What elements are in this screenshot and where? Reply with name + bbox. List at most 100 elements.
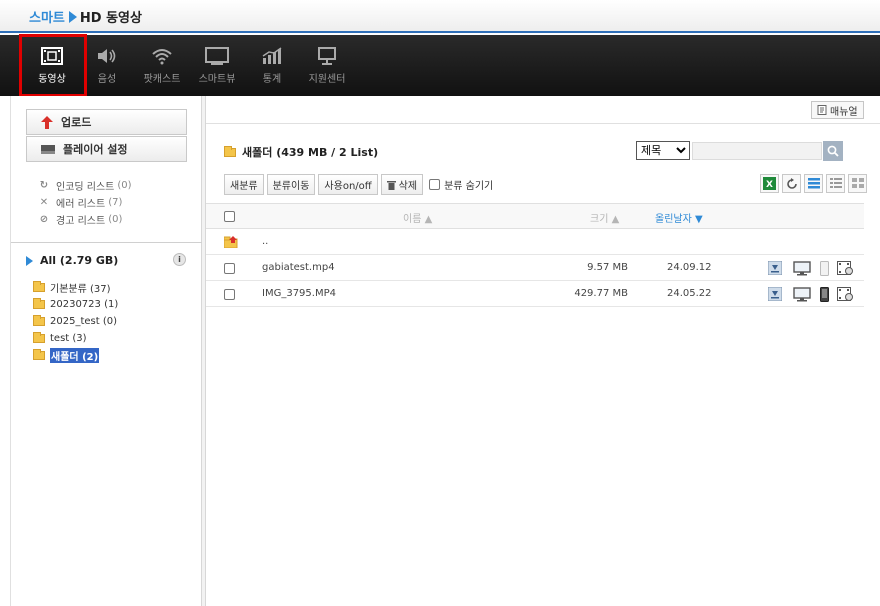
row-checkbox[interactable] (224, 263, 235, 274)
use-toggle-button[interactable]: 사용on/off (318, 174, 378, 195)
folder-tree: 기본분류 (37) 20230723 (1) 2025_test (0) tes… (33, 279, 118, 364)
film-settings-icon (836, 286, 853, 301)
main-nav: 동영상 음성 팟캐스트 스마트뷰 통계 지원센터 (0, 35, 880, 96)
status-label: 에러 리스트 (56, 199, 106, 210)
monitor-icon (205, 47, 229, 65)
manual-label: 매뉴얼 (830, 106, 858, 118)
folder-item-selected[interactable]: 새폴더 (2) (33, 347, 118, 364)
film-icon (41, 47, 63, 65)
nav-item-podcast[interactable]: 팟캐스트 (132, 35, 192, 96)
speaker-icon (98, 49, 116, 63)
left-panel: 업로드 플레이어 설정 ↻ 인코딩 리스트 (0) ✕ 에러 리스트 (7) ⊘… (10, 96, 202, 606)
nav-item-support[interactable]: 지원센터 (297, 35, 357, 96)
wifi-icon (152, 49, 172, 65)
status-list: ↻ 인코딩 리스트 (0) ✕ 에러 리스트 (7) ⊘ 경고 리스트 (0) (39, 177, 132, 228)
excel-export-button[interactable]: X (760, 174, 779, 193)
parent-folder-label: .. (262, 236, 269, 247)
refresh-icon: ↻ (39, 180, 49, 191)
hide-category-toggle[interactable]: 분류 숨기기 (429, 177, 493, 192)
status-item-warning[interactable]: ⊘ 경고 리스트 (0) (39, 211, 132, 228)
folder-item[interactable]: 기본분류 (37) (33, 279, 118, 296)
folder-item[interactable]: 20230723 (1) (33, 296, 118, 313)
video-settings-button[interactable] (835, 286, 855, 302)
table-row[interactable]: gabiatest.mp4 9.57 MB 24.09.12 (206, 255, 864, 281)
download-button[interactable] (759, 286, 791, 302)
svg-text:X: X (766, 180, 773, 190)
divider (11, 242, 202, 243)
file-name[interactable]: gabiatest.mp4 (262, 262, 335, 273)
folder-label: 기본분류 (37) (50, 284, 111, 295)
folder-item[interactable]: 2025_test (0) (33, 313, 118, 330)
download-icon (768, 261, 782, 275)
top-bar: 스마트 HD 동영상 (0, 0, 880, 33)
search-button[interactable] (823, 141, 843, 161)
status-item-error[interactable]: ✕ 에러 리스트 (7) (39, 194, 132, 211)
row-actions (759, 260, 855, 276)
select-all-checkbox[interactable] (224, 211, 235, 222)
folder-icon (33, 281, 45, 292)
video-settings-button[interactable] (835, 260, 855, 276)
folder-icon (33, 332, 45, 343)
download-button[interactable] (759, 260, 791, 276)
search-input[interactable] (692, 142, 822, 160)
status-count: (0) (108, 214, 123, 225)
player-settings-button[interactable]: 플레이어 설정 (26, 136, 187, 162)
folder-item[interactable]: test (3) (33, 330, 118, 347)
status-count: (7) (108, 197, 123, 208)
folder-icon (33, 349, 45, 360)
brand-arrow-icon (68, 10, 77, 23)
folder-label: 새폴더 (2) (50, 348, 100, 363)
main-content: 매뉴얼 새폴더 (439 MB / 2 List) 제목 새분류 분류이동 사용… (206, 96, 880, 606)
nav-item-audio[interactable]: 음성 (77, 35, 137, 96)
upload-button[interactable]: 업로드 (26, 109, 187, 135)
folder-icon (33, 298, 45, 309)
list-view-button[interactable] (804, 174, 823, 193)
tree-root-all[interactable]: All (2.79 GB) (26, 254, 118, 267)
nav-item-stats[interactable]: 통계 (242, 35, 302, 96)
info-icon[interactable]: i (173, 253, 186, 266)
mobile-play-button[interactable] (813, 286, 835, 302)
desktop-icon (318, 47, 336, 65)
nav-label: 팟캐스트 (143, 74, 181, 85)
grid-view-button[interactable] (848, 174, 867, 193)
arrow-up-icon (41, 115, 53, 129)
row-actions (759, 286, 855, 302)
new-category-button[interactable]: 새분류 (224, 174, 264, 195)
file-name[interactable]: IMG_3795.MP4 (262, 288, 336, 299)
table-header: 이름 ▲ 크기 ▲ 올린날자 ▼ (206, 203, 864, 229)
monitor-icon (793, 286, 811, 301)
nav-label: 통계 (262, 74, 282, 85)
detail-view-button[interactable] (826, 174, 845, 193)
document-icon (817, 105, 827, 115)
manual-button[interactable]: 매뉴얼 (811, 101, 864, 119)
delete-button[interactable]: 삭제 (380, 174, 424, 195)
status-item-encoding[interactable]: ↻ 인코딩 리스트 (0) (39, 177, 132, 194)
nav-item-video[interactable]: 동영상 (22, 35, 82, 96)
grid-view-icon (851, 178, 864, 188)
toolbar: 새분류 분류이동 사용on/off 삭제 분류 숨기기 (224, 174, 493, 195)
nav-item-smartview[interactable]: 스마트뷰 (187, 35, 247, 96)
brand-logo[interactable]: 스마트 HD 동영상 (29, 7, 142, 26)
pc-play-button[interactable] (791, 286, 813, 302)
hide-category-checkbox[interactable] (429, 179, 441, 190)
move-category-button[interactable]: 분류이동 (266, 174, 316, 195)
column-header-size[interactable]: 크기 ▲ (590, 210, 619, 225)
file-date: 24.09.12 (667, 262, 712, 273)
nav-label: 스마트뷰 (198, 74, 236, 85)
player-settings-label: 플레이어 설정 (63, 143, 128, 156)
column-header-date[interactable]: 올린날자 ▼ (655, 210, 703, 225)
table-row[interactable]: IMG_3795.MP4 429.77 MB 24.05.22 (206, 281, 864, 307)
brand-part2: HD 동영상 (79, 11, 142, 26)
refresh-button[interactable] (782, 174, 801, 193)
column-header-name[interactable]: 이름 ▲ (403, 210, 432, 225)
row-checkbox[interactable] (224, 289, 235, 300)
folder-label: 20230723 (1) (50, 299, 119, 310)
divider (206, 123, 880, 124)
x-icon: ✕ (39, 197, 49, 208)
pc-play-button[interactable] (791, 260, 813, 276)
search-field-select[interactable]: 제목 (636, 141, 690, 160)
folder-label: 2025_test (0) (50, 316, 117, 327)
mobile-play-button[interactable] (813, 260, 835, 276)
parent-folder-row[interactable]: .. (206, 229, 864, 255)
film-settings-icon (836, 260, 853, 275)
